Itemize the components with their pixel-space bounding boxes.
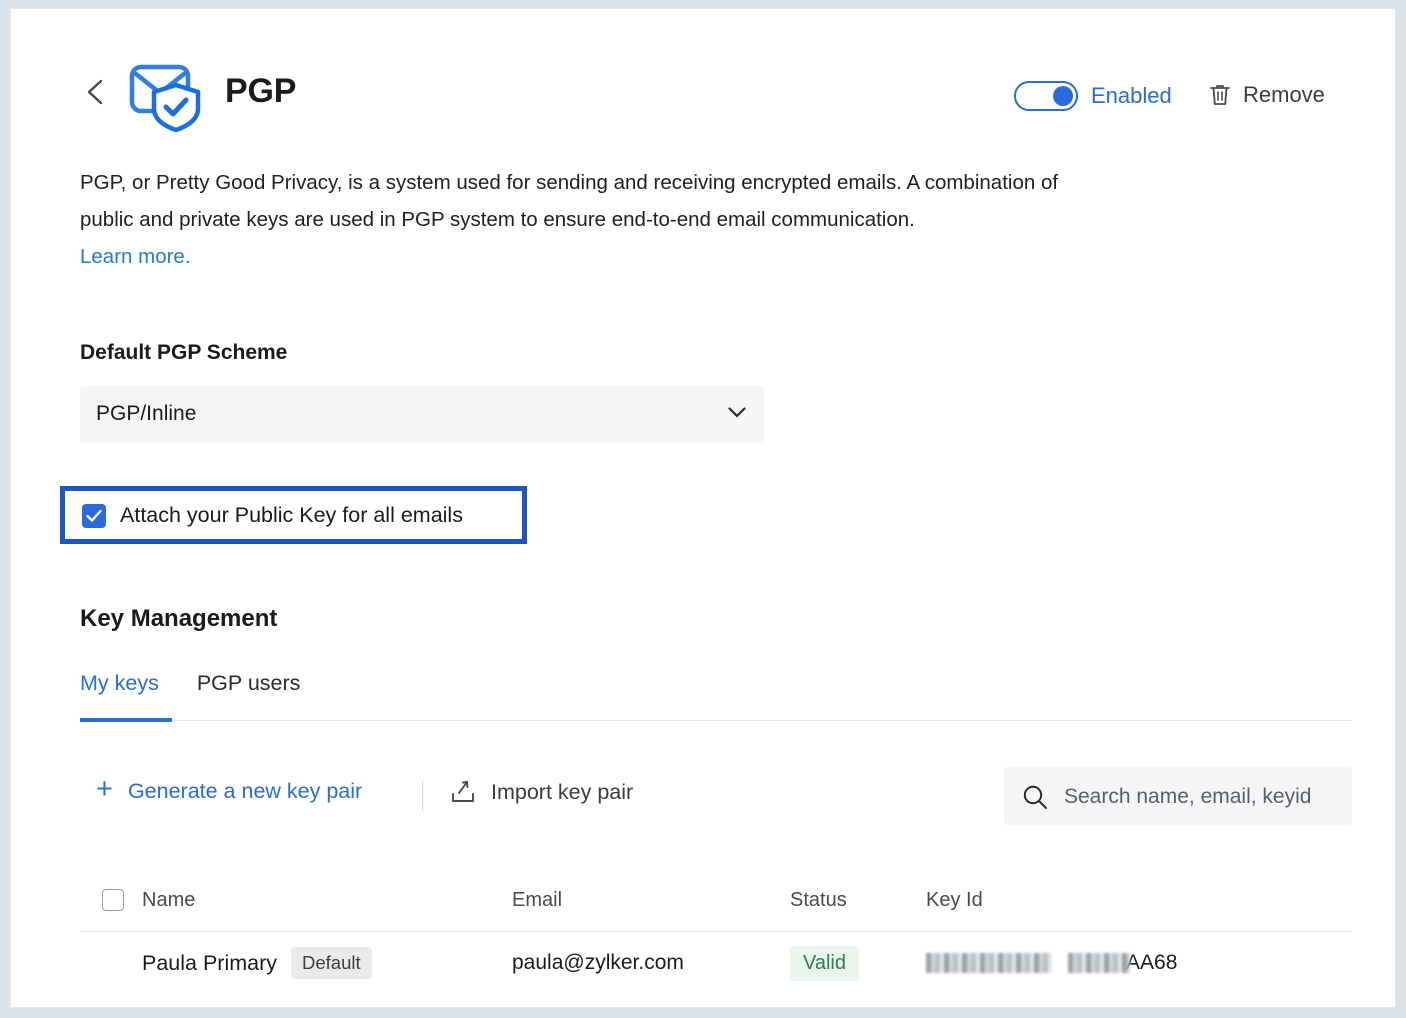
- search-box[interactable]: [1004, 767, 1352, 825]
- keys-table: Name Email Status Key Id Paula Primary D…: [80, 869, 1352, 994]
- active-tab-indicator: [80, 718, 172, 722]
- pgp-scheme-value: PGP/Inline: [96, 402, 196, 426]
- tabs-divider: [80, 720, 1352, 721]
- import-key-pair-label: Import key pair: [491, 780, 633, 805]
- attach-public-key-label: Attach your Public Key for all emails: [120, 503, 463, 528]
- column-header-name: Name: [142, 889, 512, 912]
- tab-pgp-users[interactable]: PGP users: [197, 671, 301, 714]
- keyid-visible-text: AA68: [1126, 951, 1177, 975]
- tab-my-keys[interactable]: My keys: [80, 671, 159, 714]
- page-header: PGP Enabled Remove: [11, 9, 1395, 139]
- remove-button[interactable]: Remove: [1208, 82, 1325, 108]
- column-header-status: Status: [790, 889, 926, 912]
- plus-icon: +: [96, 775, 113, 804]
- learn-more-link[interactable]: Learn more.: [80, 245, 191, 268]
- row-status-cell: Valid: [790, 946, 926, 981]
- row-name-text: Paula Primary: [142, 951, 277, 976]
- enabled-toggle[interactable]: Enabled: [1014, 81, 1172, 111]
- description-line-2: public and private keys are used in PGP …: [80, 208, 915, 231]
- chevron-left-icon: [83, 77, 109, 107]
- default-badge: Default: [291, 947, 372, 979]
- column-header-keyid: Key Id: [926, 889, 1346, 912]
- pgp-settings-card: PGP Enabled Remove PGP, or Pretty Good P…: [10, 8, 1396, 1008]
- scheme-label: Default PGP Scheme: [80, 341, 287, 365]
- key-management-title: Key Management: [80, 605, 277, 633]
- generate-key-pair-label: Generate a new key pair: [128, 779, 362, 804]
- trash-icon: [1208, 82, 1232, 108]
- import-key-pair-button[interactable]: Import key pair: [449, 779, 633, 805]
- chevron-down-icon: [728, 407, 746, 418]
- page-title: PGP: [225, 72, 296, 111]
- import-tray-icon: [449, 779, 477, 805]
- keyid-redacted-block-1: [926, 953, 1052, 973]
- table-row[interactable]: Paula Primary Default paula@zylker.com V…: [80, 932, 1352, 994]
- attach-public-key-checkbox[interactable]: [82, 504, 106, 528]
- remove-label: Remove: [1243, 82, 1325, 108]
- back-button[interactable]: [83, 77, 109, 107]
- search-icon: [1022, 784, 1048, 810]
- enabled-toggle-label: Enabled: [1091, 83, 1172, 109]
- select-all-checkbox[interactable]: [102, 889, 124, 911]
- description-text: PGP, or Pretty Good Privacy, is a system…: [80, 164, 1280, 275]
- row-keyid-cell: AA68: [926, 951, 1346, 975]
- table-header-row: Name Email Status Key Id: [80, 869, 1352, 932]
- toggle-knob: [1053, 86, 1073, 106]
- attach-public-key-checkbox-row[interactable]: Attach your Public Key for all emails: [82, 503, 463, 528]
- check-icon: [86, 509, 102, 523]
- toggle-track[interactable]: [1014, 81, 1078, 111]
- select-all-cell: [80, 889, 142, 911]
- search-input[interactable]: [1062, 767, 1352, 825]
- keyid-redacted-block-2: [1068, 953, 1130, 973]
- row-name-cell: Paula Primary Default: [142, 947, 512, 979]
- status-badge: Valid: [790, 946, 859, 981]
- column-header-email: Email: [512, 889, 790, 912]
- action-separator: [422, 781, 423, 811]
- pgp-envelope-shield-icon: [126, 57, 206, 135]
- pgp-scheme-select[interactable]: PGP/Inline: [80, 386, 764, 443]
- row-email-cell: paula@zylker.com: [512, 951, 790, 975]
- description-line-1: PGP, or Pretty Good Privacy, is a system…: [80, 171, 1058, 194]
- key-management-tabs: My keys PGP users: [80, 671, 300, 714]
- generate-key-pair-button[interactable]: + Generate a new key pair: [96, 778, 362, 804]
